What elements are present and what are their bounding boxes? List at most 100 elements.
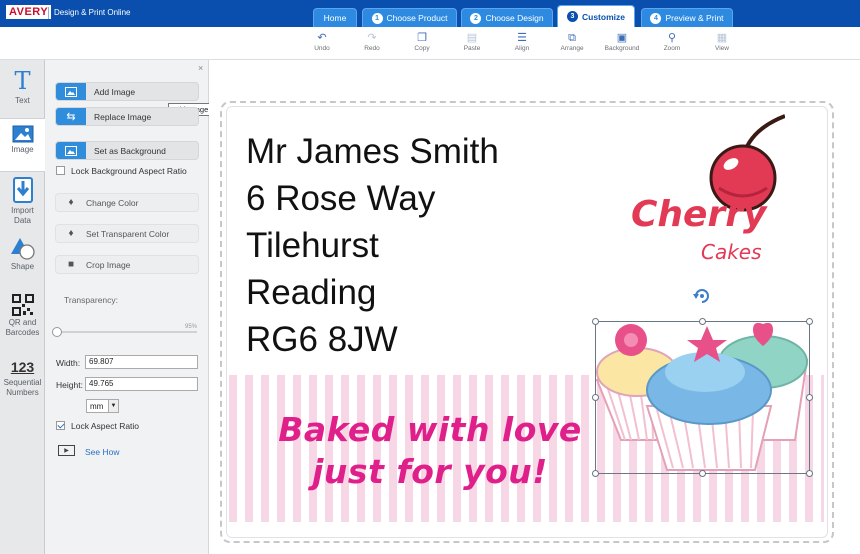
height-field[interactable]: 49.765 bbox=[85, 377, 198, 391]
change-color-button[interactable]: ♦ Change Color bbox=[55, 193, 199, 212]
address-line-name[interactable]: Mr James Smith bbox=[246, 134, 499, 170]
lock-aspect-ratio-checkbox[interactable] bbox=[56, 421, 65, 430]
replace-image-button[interactable]: ⇆ Replace Image bbox=[55, 107, 199, 126]
sidebar-item-import-data[interactable]: Import Data bbox=[0, 174, 45, 230]
sidebar-item-qr-barcodes[interactable]: QR and Barcodes bbox=[0, 294, 45, 346]
sidebar-qr-label-1: QR and bbox=[8, 318, 37, 327]
replace-image-label: Replace Image bbox=[94, 111, 152, 122]
sidebar-seq-label-1: Sequential bbox=[3, 378, 42, 387]
resize-handle-top[interactable] bbox=[699, 318, 706, 325]
toolbar: ↶ Undo ↷ Redo ❐ Copy ▤ Paste ☰ Align ⧉ A… bbox=[0, 27, 860, 60]
image-icon bbox=[12, 125, 33, 143]
sidebar-text-label: Text bbox=[15, 96, 30, 105]
tab-customize[interactable]: 3 Customize bbox=[557, 5, 635, 27]
slogan-line-2[interactable]: just for you! bbox=[250, 452, 610, 492]
sidebar-qr-label-2: Barcodes bbox=[5, 328, 40, 337]
tab-preview-print-label: Preview & Print bbox=[665, 13, 724, 23]
background-icon: ▣ bbox=[616, 32, 628, 44]
sidebar-import-label-1: Import bbox=[11, 206, 34, 215]
app-title: Design & Print Online bbox=[54, 8, 131, 17]
address-line-postcode[interactable]: RG6 8JW bbox=[246, 322, 398, 358]
avery-logo[interactable]: AVERY bbox=[6, 5, 52, 19]
resize-handle-left[interactable] bbox=[592, 394, 599, 401]
resize-handle-bottom-right[interactable] bbox=[806, 470, 813, 477]
undo-icon: ↶ bbox=[317, 32, 327, 44]
sidebar-item-shape[interactable]: Shape bbox=[0, 236, 45, 280]
undo-button[interactable]: ↶ Undo bbox=[302, 31, 342, 52]
zoom-label: Zoom bbox=[663, 45, 681, 52]
add-image-label: Add Image bbox=[94, 86, 136, 97]
tab-choose-product-label: Choose Product bbox=[386, 13, 448, 23]
video-icon[interactable]: ▶ bbox=[58, 445, 75, 456]
arrange-label: Arrange bbox=[560, 45, 584, 52]
panel-close-icon[interactable]: × bbox=[198, 63, 203, 73]
resize-handle-top-right[interactable] bbox=[806, 318, 813, 325]
view-button[interactable]: ▦ View bbox=[702, 31, 742, 52]
crop-image-button[interactable]: ■ Crop Image bbox=[55, 255, 199, 274]
tab-home[interactable]: Home bbox=[313, 8, 357, 27]
address-line-district[interactable]: Tilehurst bbox=[246, 228, 379, 264]
tab-customize-label: Customize bbox=[582, 11, 625, 22]
sidebar-shape-label: Shape bbox=[10, 262, 35, 271]
resize-handle-right[interactable] bbox=[806, 394, 813, 401]
tab-choose-product[interactable]: 1 Choose Product bbox=[362, 8, 457, 27]
slogan-line-1[interactable]: Baked with love bbox=[250, 410, 610, 450]
set-background-label: Set as Background bbox=[94, 145, 166, 156]
arrange-button[interactable]: ⧉ Arrange bbox=[552, 31, 592, 52]
background-label: Background bbox=[604, 45, 640, 52]
sidebar-item-text[interactable]: T Text bbox=[0, 68, 45, 120]
chevron-down-icon: ▼ bbox=[108, 400, 118, 412]
undo-label: Undo bbox=[314, 45, 330, 52]
see-how-link[interactable]: See How bbox=[85, 447, 120, 457]
paste-button[interactable]: ▤ Paste bbox=[452, 31, 492, 52]
transparency-value: 95% bbox=[185, 324, 198, 330]
set-transparent-color-button[interactable]: ♦ Set Transparent Color bbox=[55, 224, 199, 243]
paint-bucket-icon: ♦ bbox=[68, 197, 74, 208]
address-line-street[interactable]: 6 Rose Way bbox=[246, 181, 435, 217]
left-sidebar: T Text Image Import Data Shape QR and Ba… bbox=[0, 60, 45, 554]
width-label: Width: bbox=[56, 358, 81, 368]
sidebar-item-image[interactable]: Image bbox=[0, 118, 45, 172]
logo-divider bbox=[48, 7, 49, 19]
paste-label: Paste bbox=[463, 45, 481, 52]
transparency-label: Transparency: bbox=[64, 295, 119, 305]
set-background-button[interactable]: Set as Background bbox=[55, 141, 199, 160]
unit-select-value: mm bbox=[90, 401, 104, 411]
transparency-slider-handle[interactable] bbox=[52, 327, 62, 337]
sidebar-import-label-2: Data bbox=[14, 216, 31, 225]
unit-select[interactable]: mm ▼ bbox=[86, 399, 119, 413]
text-icon: T bbox=[14, 67, 31, 95]
lock-background-ratio-checkbox[interactable] bbox=[56, 166, 65, 175]
copy-label: Copy bbox=[414, 45, 430, 52]
brand-name-cakes[interactable]: Cakes bbox=[701, 240, 762, 264]
zoom-button[interactable]: ⚲ Zoom bbox=[652, 31, 692, 52]
tab-preview-print[interactable]: 4 Preview & Print bbox=[641, 8, 733, 27]
resize-handle-bottom[interactable] bbox=[699, 470, 706, 477]
tab-choose-design[interactable]: 2 Choose Design bbox=[461, 8, 553, 27]
resize-handle-top-left[interactable] bbox=[592, 318, 599, 325]
address-line-town[interactable]: Reading bbox=[246, 275, 376, 311]
sequential-numbers-icon: 123 bbox=[10, 359, 35, 375]
align-button[interactable]: ☰ Align bbox=[502, 31, 542, 52]
add-image-button[interactable]: Add Image bbox=[55, 82, 199, 101]
height-label: Height: bbox=[56, 380, 83, 390]
crop-icon: ■ bbox=[67, 259, 75, 270]
import-icon bbox=[12, 177, 33, 203]
width-field[interactable]: 69.807 bbox=[85, 355, 198, 369]
tab-choose-design-label: Choose Design bbox=[485, 13, 544, 23]
resize-handle-bottom-left[interactable] bbox=[592, 470, 599, 477]
crop-image-label: Crop Image bbox=[86, 259, 131, 270]
brand-name-cherry[interactable]: Cherry bbox=[631, 194, 766, 235]
sidebar-item-sequential-numbers[interactable]: 123 Sequential Numbers bbox=[0, 358, 45, 410]
background-button[interactable]: ▣ Background bbox=[602, 31, 642, 52]
step-3-badge: 3 bbox=[567, 11, 578, 22]
zoom-icon: ⚲ bbox=[667, 32, 677, 44]
copy-button[interactable]: ❐ Copy bbox=[402, 31, 442, 52]
transparency-slider-track[interactable] bbox=[57, 331, 197, 333]
redo-button[interactable]: ↷ Redo bbox=[352, 31, 392, 52]
image-selection-box[interactable] bbox=[595, 321, 810, 474]
rotate-handle-icon[interactable] bbox=[691, 286, 713, 306]
transparent-color-icon: ♦ bbox=[68, 228, 74, 239]
image-panel bbox=[45, 60, 209, 554]
add-image-icon bbox=[56, 83, 86, 100]
